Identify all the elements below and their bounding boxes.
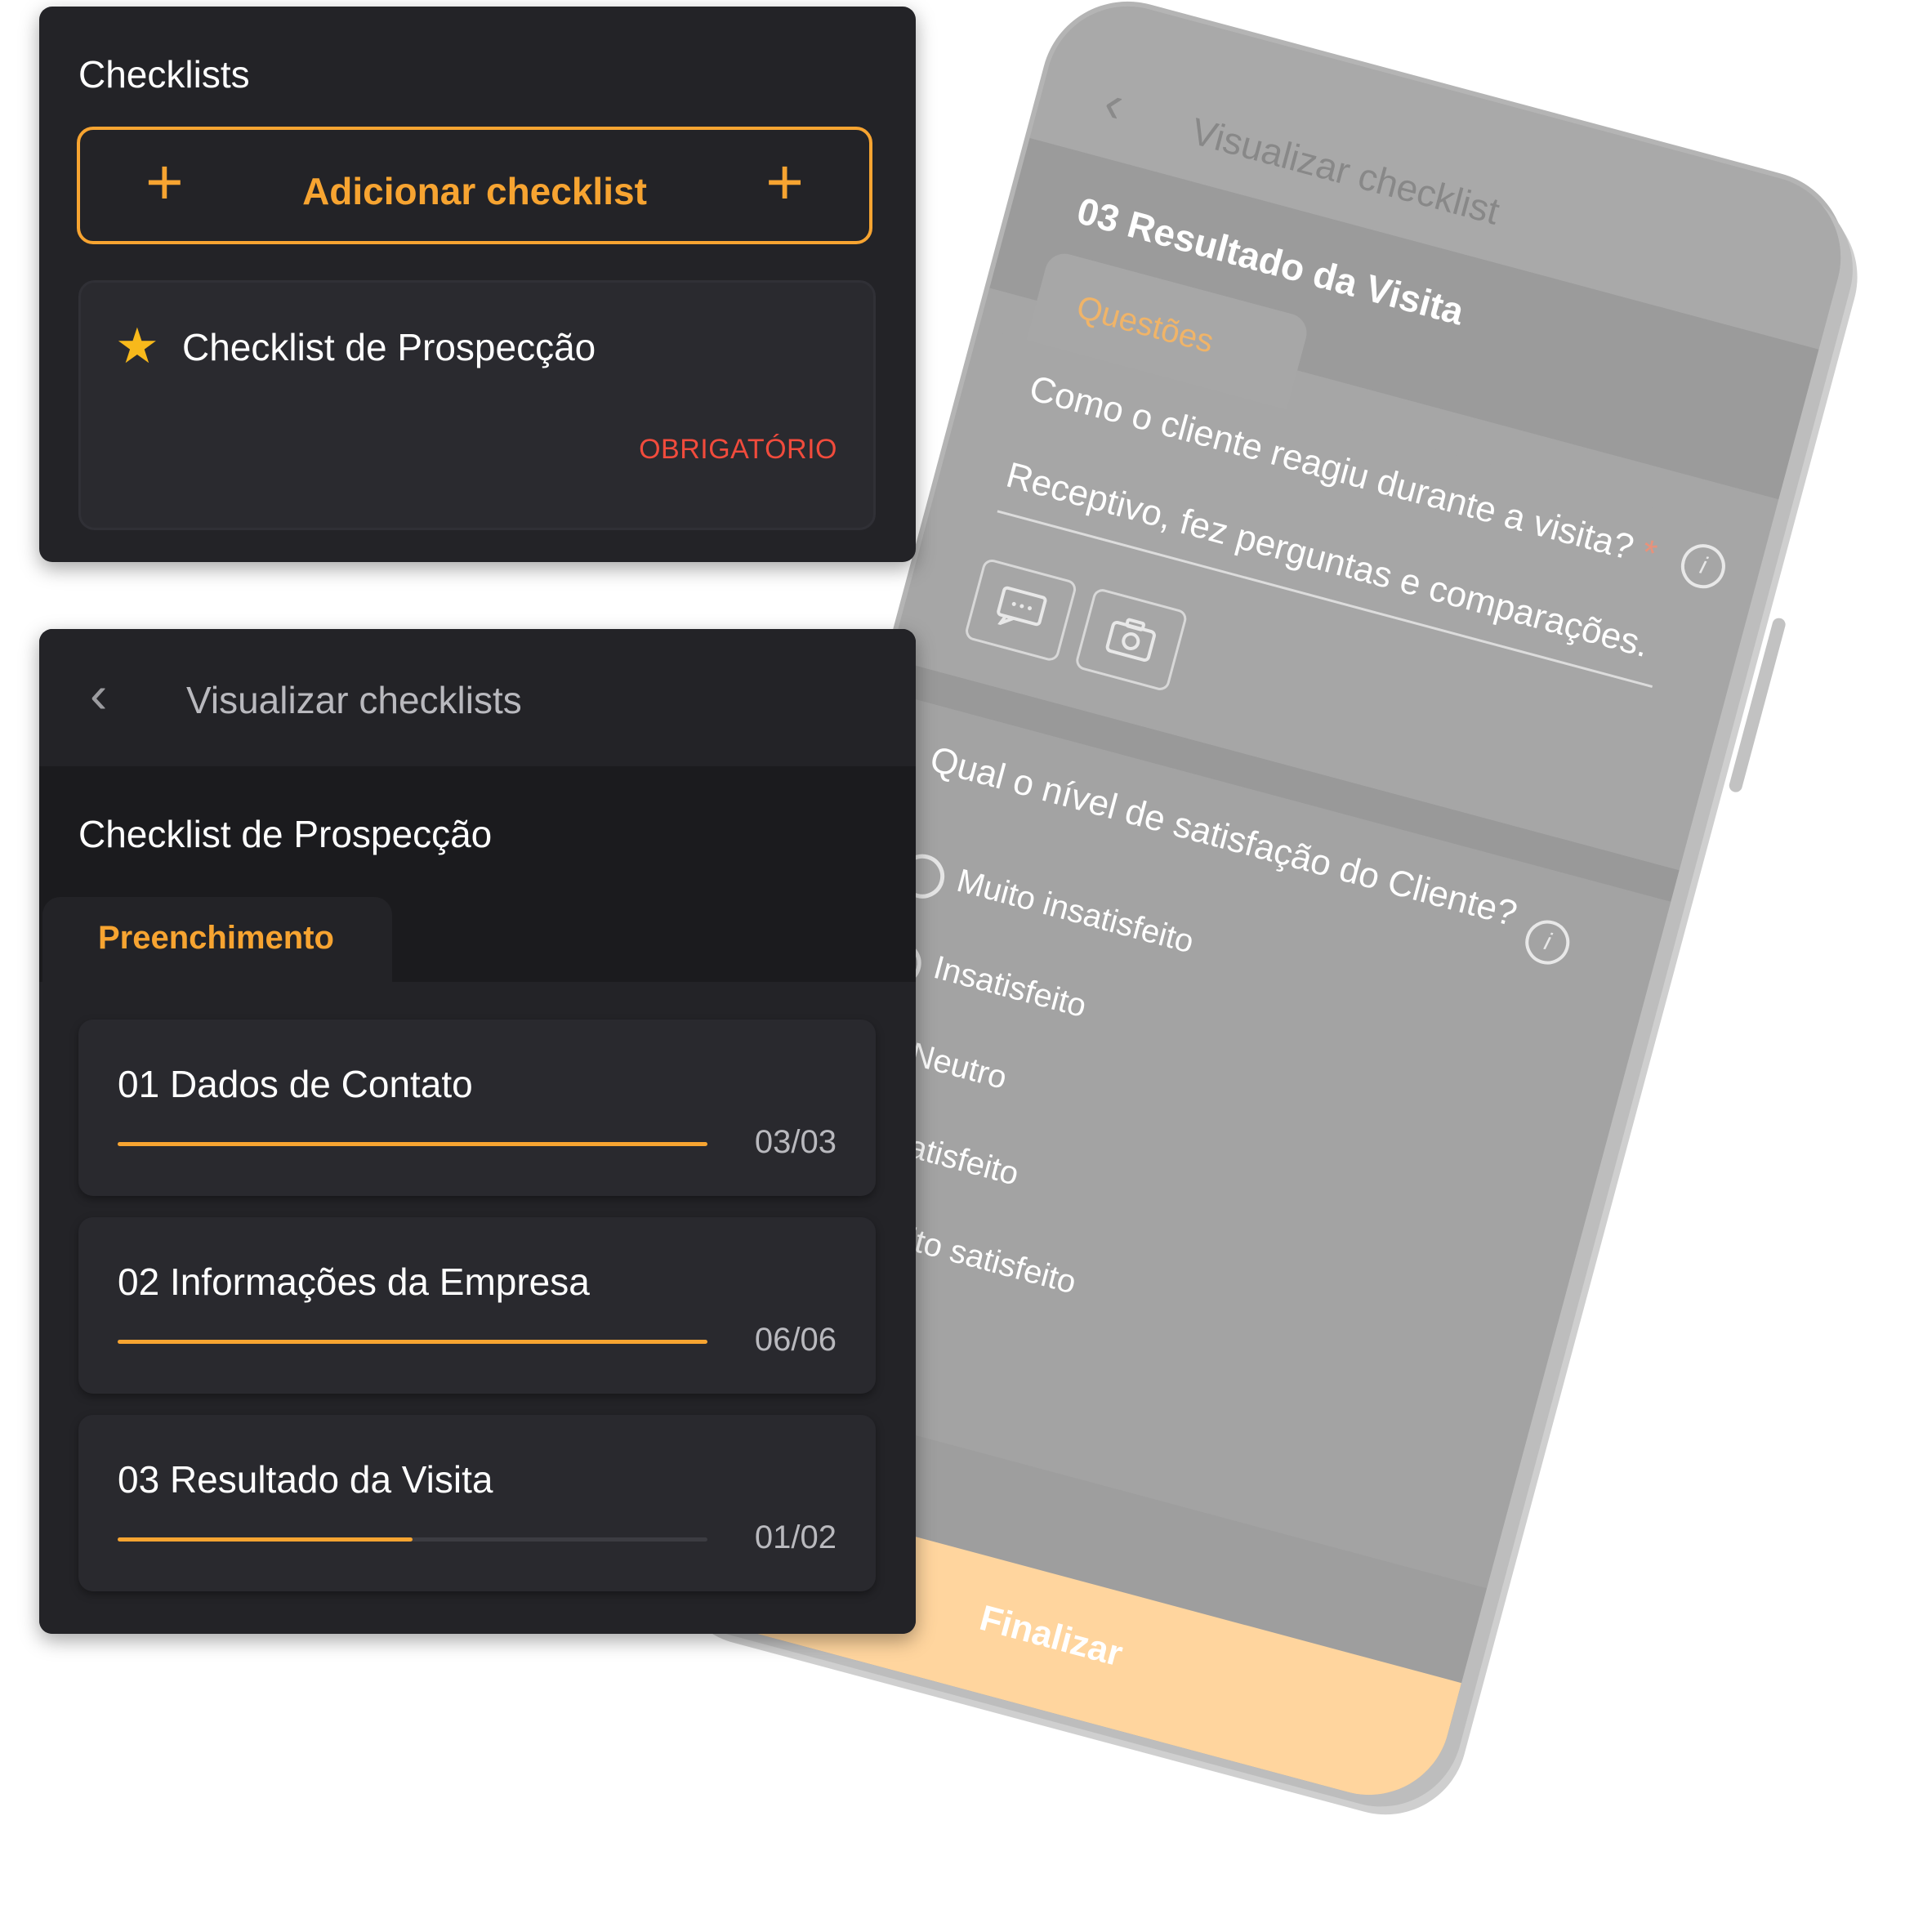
panel-title: Checklists xyxy=(78,53,250,96)
stage: ‹ Visualizar checklist 03 Resultado da V… xyxy=(0,0,1914,1932)
checklist-title: Checklist de Prospecção xyxy=(78,813,493,855)
progress-fill xyxy=(118,1537,413,1542)
section-card[interactable]: 01 Dados de Contato 03/03 xyxy=(78,1020,876,1196)
progress-fill xyxy=(118,1142,707,1146)
view-header-title: Visualizar checklists xyxy=(186,679,522,721)
add-checklist-label: Adicionar checklist xyxy=(302,170,647,212)
section-name: 01 Dados de Contato xyxy=(118,1063,473,1105)
view-checklists-panel: ‹ Visualizar checklists Checklist de Pro… xyxy=(39,629,916,1634)
progress-track xyxy=(118,1340,707,1344)
section-name: 02 Informações da Empresa xyxy=(118,1260,590,1303)
chevron-left-icon[interactable]: ‹ xyxy=(90,668,131,721)
camera-icon-svg xyxy=(1105,618,1156,662)
progress-count: 01/02 xyxy=(754,1519,837,1555)
progress-track xyxy=(118,1537,707,1542)
star-icon: ★ xyxy=(115,319,159,373)
progress-track xyxy=(118,1142,707,1146)
progress-fill xyxy=(118,1340,707,1344)
tab-preenchimento-label: Preenchimento xyxy=(98,920,334,956)
section-card[interactable]: 02 Informações da Empresa 06/06 xyxy=(78,1217,876,1394)
checklists-panel: Checklists + Adicionar checklist + ★ Che… xyxy=(39,7,916,562)
progress-count: 06/06 xyxy=(754,1322,837,1358)
plus-icon: + xyxy=(765,145,804,218)
add-checklist-button[interactable]: + Adicionar checklist + xyxy=(77,127,872,244)
progress-count: 03/03 xyxy=(754,1124,837,1160)
comment-icon-svg xyxy=(995,586,1047,627)
section-card[interactable]: 03 Resultado da Visita 01/02 xyxy=(78,1415,876,1591)
section-name: 03 Resultado da Visita xyxy=(118,1458,493,1501)
checklist-item[interactable]: ★ Checklist de Prospecção OBRIGATÓRIO xyxy=(78,280,876,530)
required-badge: OBRIGATÓRIO xyxy=(639,434,837,465)
checklist-item-name: Checklist de Prospecção xyxy=(182,326,596,368)
